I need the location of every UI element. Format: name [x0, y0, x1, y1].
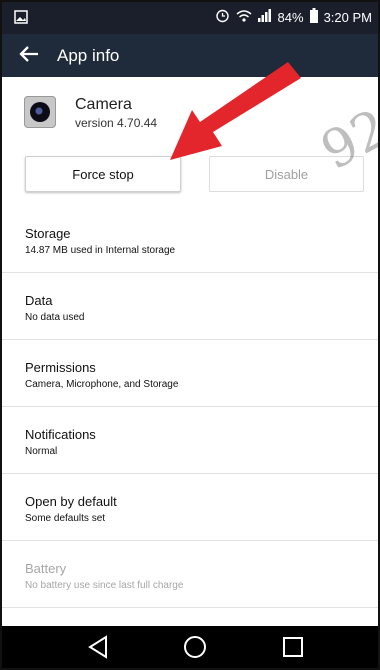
- red-arrow-annotation: [170, 62, 301, 160]
- alarm-icon: [215, 8, 230, 26]
- signal-icon: [257, 9, 272, 25]
- app-version: version 4.70.44: [75, 116, 158, 130]
- list-item-title: Data: [25, 293, 53, 308]
- app-name: Camera: [75, 96, 132, 113]
- page-title: App info: [57, 46, 120, 65]
- clock: 3:20 PM: [323, 9, 372, 25]
- battery-percent: 84%: [277, 9, 304, 25]
- list-item-notifications[interactable]: Notifications Normal: [0, 407, 380, 474]
- force-stop-button[interactable]: Force stop: [25, 156, 181, 192]
- list-item-open-by-default[interactable]: Open by default Some defaults set: [0, 474, 380, 541]
- back-arrow-icon[interactable]: [18, 43, 40, 69]
- list-item-storage[interactable]: Storage 14.87 MB used in Internal storag…: [0, 206, 380, 273]
- gallery-icon: [14, 10, 28, 27]
- status-bar: 84% 3:20 PM: [0, 0, 380, 34]
- list-item-subtitle: Normal: [25, 446, 58, 457]
- recents-square-icon[interactable]: [278, 634, 308, 660]
- list-item-subtitle: No data used: [25, 312, 85, 323]
- list-item-battery: Battery No battery use since last full c…: [0, 541, 380, 608]
- list-item-subtitle: No battery use since last full charge: [25, 580, 184, 591]
- battery-icon: [309, 8, 318, 26]
- list-item-subtitle: Camera, Microphone, and Storage: [25, 379, 179, 390]
- settings-list: Storage 14.87 MB used in Internal storag…: [0, 206, 380, 608]
- camera-app-icon: [24, 96, 56, 128]
- list-item-title: Permissions: [25, 360, 96, 375]
- list-item-title: Open by default: [25, 494, 117, 509]
- list-item-title: Storage: [25, 226, 71, 241]
- list-item-title: Battery: [25, 561, 67, 576]
- list-item-title: Notifications: [25, 427, 96, 442]
- home-circle-icon[interactable]: [180, 634, 210, 660]
- list-item-subtitle: Some defaults set: [25, 513, 106, 524]
- navigation-bar: [0, 626, 380, 670]
- list-item-permissions[interactable]: Permissions Camera, Microphone, and Stor…: [0, 340, 380, 407]
- list-item-data[interactable]: Data No data used: [0, 273, 380, 340]
- back-triangle-icon[interactable]: [84, 634, 114, 660]
- list-item-subtitle: 14.87 MB used in Internal storage: [25, 245, 176, 256]
- wifi-icon: [236, 9, 252, 26]
